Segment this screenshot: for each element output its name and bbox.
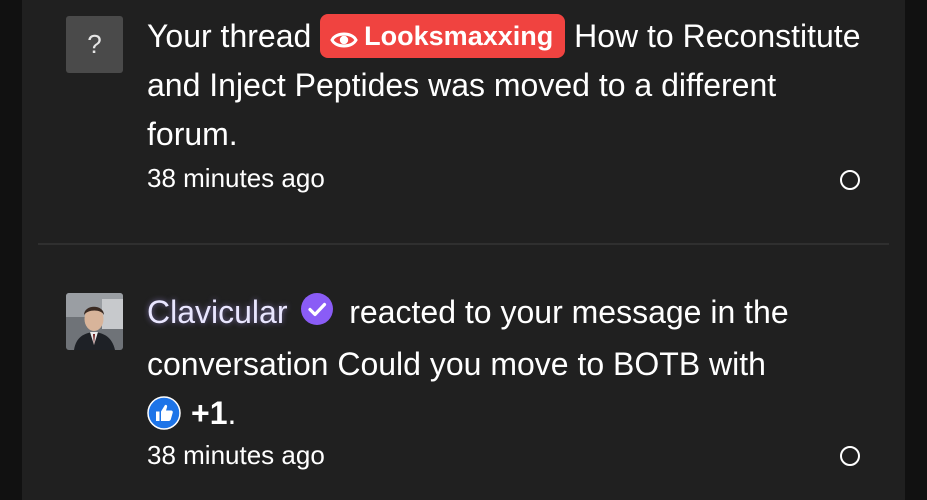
alert-item[interactable]: ? Your thread Looksmaxxing How to Recons…	[22, 0, 905, 243]
alert-time: 38 minutes ago	[147, 163, 325, 193]
eye-icon	[330, 32, 358, 48]
verified-check-icon	[300, 291, 334, 340]
reaction-label: +1	[191, 395, 228, 431]
username-link[interactable]: Clavicular	[147, 294, 287, 330]
alert-text: Your thread Looksmaxxing How to Reconsti…	[147, 12, 867, 159]
alert-item[interactable]: Clavicular reacted to your message in th…	[22, 245, 905, 500]
alerts-page: ? Your thread Looksmaxxing How to Recons…	[0, 0, 927, 500]
alerts-list: ? Your thread Looksmaxxing How to Recons…	[22, 0, 905, 500]
alert-time: 38 minutes ago	[147, 440, 325, 470]
default-avatar[interactable]: ?	[66, 16, 123, 73]
mark-read-toggle[interactable]	[840, 170, 860, 190]
avatar-photo	[66, 293, 123, 350]
user-avatar[interactable]	[66, 293, 123, 350]
mark-read-toggle[interactable]	[840, 446, 860, 466]
thread-prefix-badge[interactable]: Looksmaxxing	[320, 14, 566, 58]
alert-end-punctuation: .	[227, 395, 237, 431]
alert-text: Clavicular reacted to your message in th…	[147, 288, 867, 444]
thumbs-up-icon	[147, 395, 181, 444]
thread-prefix-label: Looksmaxxing	[364, 21, 554, 51]
alert-prefix-text: Your thread	[147, 18, 312, 54]
